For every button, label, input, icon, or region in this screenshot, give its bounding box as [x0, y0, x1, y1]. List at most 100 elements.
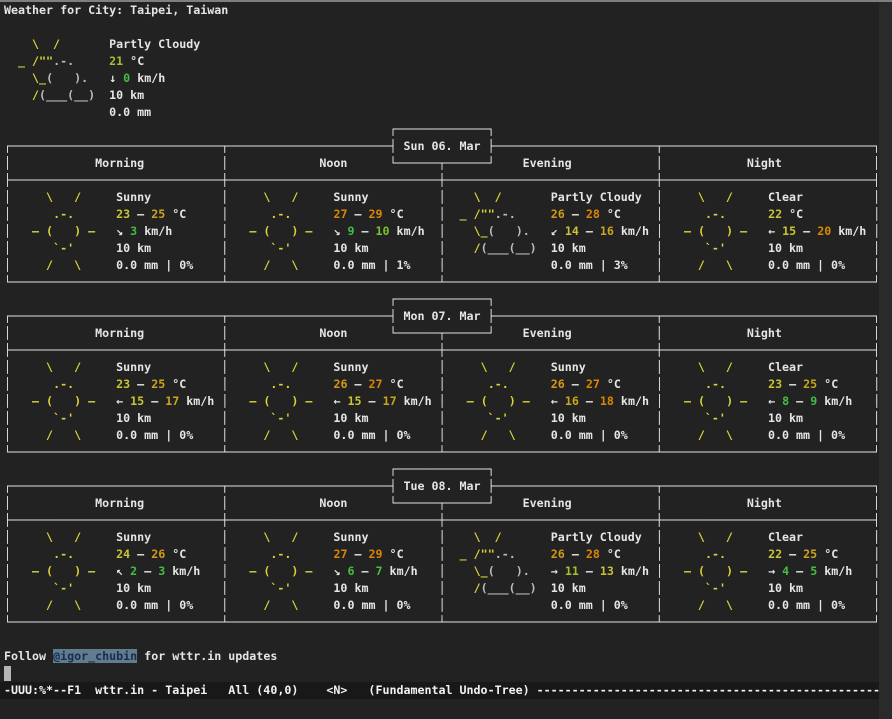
- text-run: Sunny: [551, 360, 586, 374]
- text-run: [649, 564, 656, 578]
- text-run: 16: [600, 224, 614, 238]
- text-run: [586, 411, 656, 425]
- text-run: [628, 258, 656, 272]
- text-run: ├──────────────────────────────┼────────…: [4, 513, 880, 527]
- text-run: ↙: [551, 224, 565, 238]
- text-run: [172, 224, 221, 238]
- text-run: Clear: [768, 360, 803, 374]
- text-run: │: [4, 530, 11, 544]
- text-run: `-': [228, 581, 333, 595]
- text-run: │: [873, 377, 880, 391]
- text-run: `-': [446, 411, 551, 425]
- text-run: .-.: [663, 207, 768, 221]
- text-run: [151, 241, 221, 255]
- follow-line: Follow @igor_chubin for wttr.in updates: [4, 648, 879, 665]
- text-run: [186, 377, 221, 391]
- text-run: 0.0 mm | 0%: [116, 428, 193, 442]
- text-run: 10 km: [768, 411, 803, 425]
- text-run: 10 km: [333, 411, 368, 425]
- text-run: –: [789, 394, 810, 408]
- text-run: │: [439, 258, 446, 272]
- text-run: – ( ) –: [228, 564, 333, 578]
- text-run: .-.: [11, 377, 116, 391]
- text-run: │: [4, 581, 11, 595]
- text-run: 17: [383, 394, 397, 408]
- text-run: [621, 547, 656, 561]
- current-line: _ /"".-. 21 °C: [4, 53, 879, 70]
- table-header-row: │ Morning │ Noon └──────┬──────┘ Evening…: [4, 325, 879, 342]
- text-run: [586, 581, 656, 595]
- text-run: Sunny: [333, 530, 368, 544]
- text-run: Partly Cloudy: [109, 37, 200, 51]
- twitter-handle-link[interactable]: @igor_chubin: [53, 649, 137, 663]
- text-run: 10 km: [551, 411, 586, 425]
- text-run: │: [4, 394, 11, 408]
- table-data-row: │ / \ 0.0 mm | 0% │ / \ 0.0 mm | 0% │ / …: [4, 427, 879, 444]
- text-run: `-': [228, 411, 333, 425]
- table-data-row: │ .-. 24 – 26 °C │ .-. 27 – 29 °C │ _ /"…: [4, 546, 879, 563]
- text-run: .-.: [228, 547, 333, 561]
- text-run: │: [656, 428, 663, 442]
- text-run: 10 km: [116, 241, 151, 255]
- text-run: │: [873, 190, 880, 204]
- text-run: │: [656, 377, 663, 391]
- text-run: │: [873, 224, 880, 238]
- text-run: _ /"": [446, 547, 495, 561]
- text-run: km/h: [817, 394, 852, 408]
- date-box-top: ┌─────────────┐: [4, 291, 879, 308]
- text-run: [803, 530, 873, 544]
- text-cursor: [4, 666, 11, 681]
- table-top-border: ┌──────────────────────────────┬────────…: [4, 308, 879, 325]
- current-line: 0.0 mm: [4, 104, 879, 121]
- text-run: [200, 564, 221, 578]
- text-run: 0.0 mm | 0%: [116, 598, 193, 612]
- text-run: ┌─────────────┐: [4, 462, 495, 476]
- text-run: km/h: [137, 224, 172, 238]
- text-run: 27: [369, 377, 383, 391]
- text-run: │: [439, 428, 446, 442]
- text-run: 0.0 mm: [109, 105, 151, 119]
- text-run: – ( ) –: [11, 394, 116, 408]
- text-run: │: [873, 258, 880, 272]
- text-run: [368, 581, 438, 595]
- text-run: –: [579, 394, 600, 408]
- text-run: \ /: [228, 190, 333, 204]
- text-run: km/h: [179, 394, 214, 408]
- text-run: [186, 547, 221, 561]
- text-run: 27: [586, 377, 600, 391]
- text-run: ┌──────────────────────────────┬────────…: [4, 309, 396, 323]
- text-run: [803, 581, 873, 595]
- table-top-border: ┌──────────────────────────────┬────────…: [4, 478, 879, 495]
- text-run: [621, 207, 656, 221]
- text-run: ├───────────────────────┬───────────────…: [488, 139, 880, 153]
- table-data-row: │ \ / Sunny │ \ / Sunny │ \ / Partly Clo…: [4, 189, 879, 206]
- text-run: [368, 411, 438, 425]
- text-run: ←: [116, 394, 130, 408]
- text-run: ←: [551, 394, 565, 408]
- text-run: [586, 241, 656, 255]
- text-run: [411, 598, 439, 612]
- text-run: [628, 428, 656, 442]
- text-run: °C: [600, 377, 621, 391]
- text-run: →: [551, 564, 565, 578]
- text-run: – ( ) –: [11, 564, 116, 578]
- text-run: 0.0 mm | 0%: [333, 428, 410, 442]
- text-run: \ /: [446, 190, 551, 204]
- text-run: 10 km: [333, 241, 368, 255]
- text-run: 27: [333, 207, 347, 221]
- text-run: °C: [165, 207, 186, 221]
- text-run: °C: [600, 547, 621, 561]
- text-run: 10 km: [116, 411, 151, 425]
- text-run: [446, 598, 551, 612]
- text-run: [368, 241, 438, 255]
- text-run: ( ).: [46, 71, 109, 85]
- text-run: 10 km: [768, 241, 803, 255]
- table-bottom-border: └──────────────────────────────┴────────…: [4, 614, 879, 631]
- text-run: – ( ) –: [446, 394, 551, 408]
- text-run: / \: [663, 428, 768, 442]
- text-run: –: [796, 224, 817, 238]
- text-run: │: [439, 224, 446, 238]
- text-run: [845, 258, 873, 272]
- text-run: ←: [768, 394, 782, 408]
- text-run: km/h: [817, 564, 852, 578]
